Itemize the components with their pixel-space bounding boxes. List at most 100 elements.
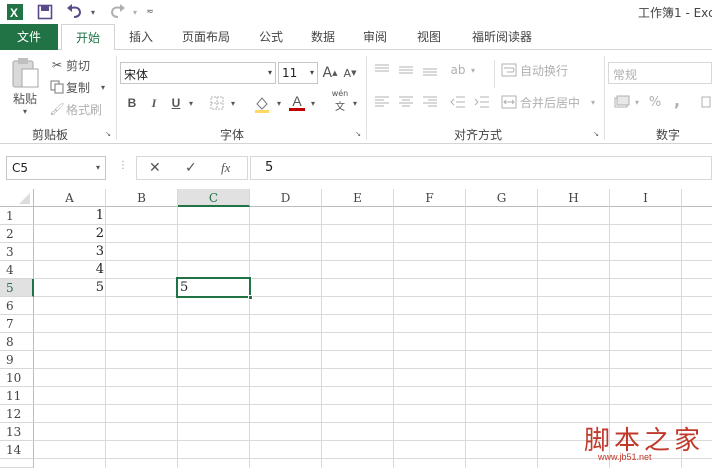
column-header-a[interactable]: A — [34, 189, 106, 207]
redo-dropdown-icon[interactable]: ▾ — [130, 2, 140, 22]
customize-qat-icon[interactable]: ≂ — [144, 2, 156, 22]
tab-file[interactable]: 文件 — [0, 24, 58, 50]
grow-font-button[interactable]: A ▲ — [322, 64, 338, 82]
cell-a5[interactable]: 5 — [34, 279, 104, 297]
copy-dropdown-icon[interactable]: ▾ — [98, 78, 108, 96]
cut-button[interactable]: 剪切 — [66, 56, 90, 74]
save-icon[interactable] — [34, 2, 56, 22]
column-header-i[interactable]: I — [610, 189, 682, 207]
row-header-4[interactable]: 4 — [0, 261, 34, 279]
active-cell-c5[interactable]: 5 — [176, 277, 253, 300]
row-header-2[interactable]: 2 — [0, 225, 34, 243]
row-header-13[interactable]: 13 — [0, 423, 34, 441]
accounting-dropdown-icon[interactable]: ▾ — [632, 92, 642, 112]
tab-formulas[interactable]: 公式 — [248, 24, 294, 50]
cell-a2[interactable]: 2 — [34, 225, 104, 243]
borders-dropdown-icon[interactable]: ▾ — [228, 94, 238, 112]
tab-insert[interactable]: 插入 — [118, 24, 164, 50]
formula-input[interactable]: 5 — [250, 156, 712, 180]
paste-icon[interactable] — [8, 56, 42, 90]
shrink-font-button[interactable]: A ▼ — [342, 64, 358, 82]
tab-home[interactable]: 开始 — [61, 24, 115, 51]
row-header-7[interactable]: 7 — [0, 315, 34, 333]
copy-button[interactable]: 复制 — [66, 78, 90, 96]
bold-button[interactable]: B — [124, 94, 140, 112]
cancel-button[interactable]: ✕ — [149, 160, 161, 176]
align-right-icon[interactable] — [420, 92, 440, 112]
row-header-12[interactable]: 12 — [0, 405, 34, 423]
paste-button[interactable]: 粘贴 — [8, 90, 42, 106]
name-box[interactable]: C5 ▾ — [6, 156, 106, 180]
cell-a1[interactable]: 1 — [34, 207, 104, 225]
underline-dropdown-icon[interactable]: ▾ — [186, 94, 196, 112]
cell-a4[interactable]: 4 — [34, 261, 104, 279]
font-name-select[interactable]: 宋体 ▾ — [120, 62, 276, 84]
row-header-8[interactable]: 8 — [0, 333, 34, 351]
row-header-10[interactable]: 10 — [0, 369, 34, 387]
redo-icon[interactable] — [106, 2, 128, 22]
fill-handle[interactable] — [248, 295, 253, 300]
row-header-11[interactable]: 11 — [0, 387, 34, 405]
column-header-j[interactable] — [682, 189, 712, 207]
font-launcher-icon[interactable]: ↘ — [354, 130, 362, 138]
format-painter-button[interactable]: 格式刷 — [66, 100, 102, 118]
merge-center-button[interactable]: 合并后居中 — [520, 92, 580, 112]
align-top-icon[interactable] — [372, 60, 392, 80]
column-header-e[interactable]: E — [322, 189, 394, 207]
font-color-button[interactable]: A — [288, 92, 306, 112]
font-color-dropdown-icon[interactable]: ▾ — [308, 94, 318, 112]
tab-review[interactable]: 审阅 — [352, 24, 398, 50]
increase-decimal-icon[interactable] — [700, 92, 712, 112]
percent-style-button[interactable]: % — [646, 92, 664, 112]
align-bottom-icon[interactable] — [420, 60, 440, 80]
font-size-select[interactable]: 11 ▾ — [278, 62, 318, 84]
column-header-f[interactable]: F — [394, 189, 466, 207]
merge-dropdown-icon[interactable]: ▾ — [588, 92, 598, 112]
row-header-15[interactable] — [0, 459, 34, 468]
tab-view[interactable]: 视图 — [406, 24, 452, 50]
column-header-b[interactable]: B — [106, 189, 178, 207]
select-all-button[interactable] — [0, 189, 34, 207]
align-middle-icon[interactable] — [396, 60, 416, 80]
enter-button[interactable]: ✓ — [185, 160, 197, 176]
clipboard-launcher-icon[interactable]: ↘ — [104, 130, 112, 138]
underline-button[interactable]: U — [168, 94, 184, 112]
row-header-6[interactable]: 6 — [0, 297, 34, 315]
borders-icon[interactable] — [208, 94, 226, 112]
undo-icon[interactable] — [64, 2, 86, 22]
fill-dropdown-icon[interactable]: ▾ — [274, 94, 284, 112]
phonetic-button[interactable]: wén 文 — [330, 89, 350, 113]
orientation-dropdown-icon[interactable]: ▾ — [468, 60, 478, 80]
orientation-icon[interactable]: ab — [448, 60, 468, 80]
merge-center-icon[interactable] — [500, 92, 518, 112]
wrap-text-icon[interactable] — [500, 60, 518, 80]
row-header-3[interactable]: 3 — [0, 243, 34, 261]
fill-color-icon[interactable] — [252, 94, 272, 114]
row-header-9[interactable]: 9 — [0, 351, 34, 369]
paste-dropdown-icon[interactable]: ▾ — [18, 106, 32, 116]
tab-data[interactable]: 数据 — [300, 24, 346, 50]
row-header-1[interactable]: 1 — [0, 207, 34, 225]
row-header-5[interactable]: 5 — [0, 279, 34, 297]
number-format-select[interactable]: 常规 — [608, 62, 712, 84]
comma-style-button[interactable]: , — [670, 90, 684, 110]
cell-a3[interactable]: 3 — [34, 243, 104, 261]
align-left-icon[interactable] — [372, 92, 392, 112]
alignment-launcher-icon[interactable]: ↘ — [592, 130, 600, 138]
undo-dropdown-icon[interactable]: ▾ — [88, 2, 98, 22]
column-header-g[interactable]: G — [466, 189, 538, 207]
tab-page-layout[interactable]: 页面布局 — [170, 24, 242, 50]
phonetic-dropdown-icon[interactable]: ▾ — [350, 94, 360, 112]
align-center-icon[interactable] — [396, 92, 416, 112]
column-header-h[interactable]: H — [538, 189, 610, 207]
insert-function-button[interactable]: fx — [221, 160, 230, 176]
column-header-c[interactable]: C — [178, 189, 250, 207]
increase-indent-icon[interactable] — [472, 92, 492, 112]
wrap-text-button[interactable]: 自动换行 — [520, 60, 568, 80]
tab-foxit-reader[interactable]: 福昕阅读器 — [462, 24, 542, 50]
italic-button[interactable]: I — [146, 94, 162, 112]
row-header-14[interactable]: 14 — [0, 441, 34, 459]
accounting-format-icon[interactable] — [612, 92, 632, 112]
decrease-indent-icon[interactable] — [448, 92, 468, 112]
column-header-d[interactable]: D — [250, 189, 322, 207]
